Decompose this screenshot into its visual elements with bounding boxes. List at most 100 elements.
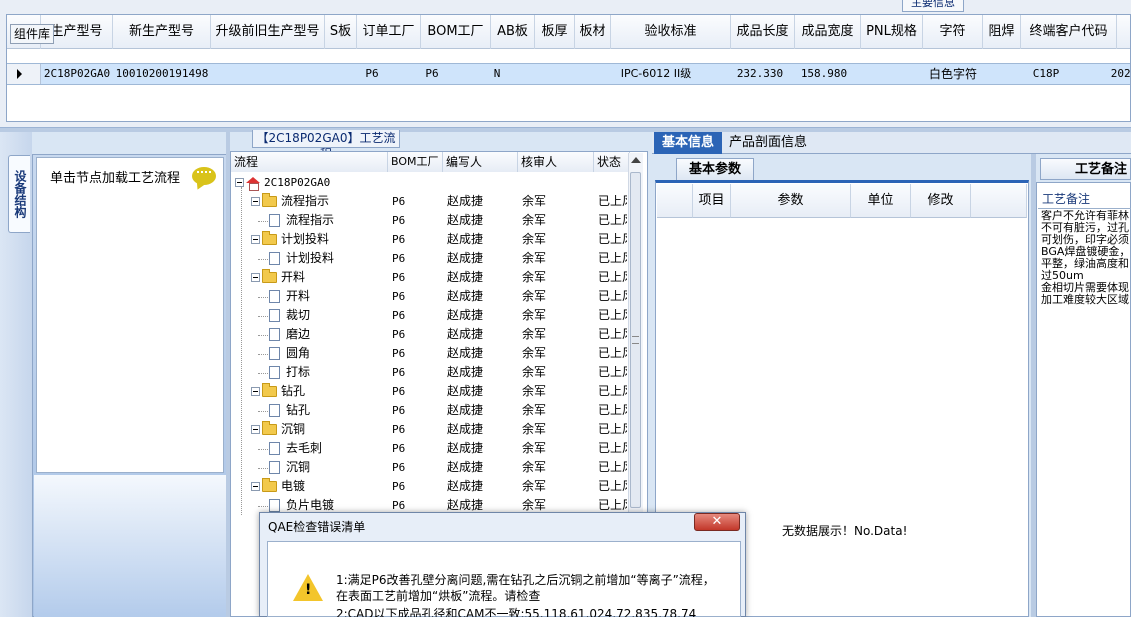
tree-row[interactable]: 钻孔 P6 赵成捷 余军 已上风 xyxy=(231,401,627,420)
tree-row[interactable]: 打标 P6 赵成捷 余军 已上风 xyxy=(231,363,627,382)
tree-node-label[interactable]: 钻孔 xyxy=(251,382,305,401)
tree-node-label[interactable]: 磨边 xyxy=(269,325,310,344)
col-more[interactable] xyxy=(1117,15,1130,49)
params-col-unit[interactable]: 单位 xyxy=(851,184,911,218)
main-info-tab[interactable]: 主要信息 xyxy=(902,0,964,12)
tree-node-label[interactable]: 打标 xyxy=(269,363,310,382)
tab-product-section[interactable]: 产品剖面信息 xyxy=(724,132,812,154)
flow-col-process[interactable]: 流程 xyxy=(231,152,388,172)
col-length[interactable]: 成品长度 xyxy=(731,15,795,49)
col-material[interactable]: 板材 xyxy=(575,15,611,49)
tree-node-label[interactable]: 计划投料 xyxy=(269,249,334,268)
close-button[interactable]: ✕ xyxy=(694,513,740,531)
tree-row[interactable]: 电镀 P6 赵成捷 余军 已上风 xyxy=(231,477,627,496)
col-pnl-spec[interactable]: PNL规格 xyxy=(861,15,923,49)
tree-node-label[interactable]: 去毛刺 xyxy=(269,439,322,458)
tree-node-label[interactable]: 钻孔 xyxy=(269,401,310,420)
col-acceptance-standard[interactable]: 验收标准 xyxy=(611,15,731,49)
tree-row[interactable]: 沉铜 P6 赵成捷 余军 已上风 xyxy=(231,420,627,439)
params-sort-corner[interactable] xyxy=(657,184,693,218)
collapse-icon[interactable] xyxy=(251,482,260,491)
node-list[interactable] xyxy=(36,157,224,473)
tree-row[interactable]: 沉铜 P6 赵成捷 余军 已上风 xyxy=(231,458,627,477)
tab-basic-params[interactable]: 基本参数 xyxy=(676,158,754,180)
cell-s-board[interactable] xyxy=(325,64,357,84)
folder-icon xyxy=(262,269,277,283)
cell-pnl-spec[interactable] xyxy=(861,64,923,84)
tree-node-label[interactable]: 开料 xyxy=(269,287,310,306)
cell-length[interactable]: 232.330 xyxy=(731,64,789,84)
cell-new-production-model[interactable]: 10010200191498 xyxy=(113,64,211,84)
process-notes-text[interactable]: 客户不允许有菲林 不可有脏污，过孔 可划伤，印字必须 BGA焊盘镀硬金， 平整，… xyxy=(1041,210,1131,306)
col-old-production-model[interactable]: 升级前旧生产型号 xyxy=(211,15,325,49)
col-width[interactable]: 成品宽度 xyxy=(795,15,861,49)
tree-node-label[interactable]: 圆角 xyxy=(269,344,310,363)
flow-col-writer[interactable]: 编写人 xyxy=(443,152,518,172)
table-row[interactable]: 2C18P02GA0 10010200191498 P6 P6 N IPC-60… xyxy=(7,63,1130,85)
col-bom-factory[interactable]: BOM工厂 xyxy=(421,15,491,49)
tree-row[interactable]: 2C18P02GA0 xyxy=(231,173,627,192)
tab-basic-info[interactable]: 基本信息 xyxy=(654,132,722,154)
tree-row[interactable]: 钻孔 P6 赵成捷 余军 已上风 xyxy=(231,382,627,401)
tree-cell-status: 已上风 xyxy=(598,213,627,227)
col-end-customer-code[interactable]: 终端客户代码 xyxy=(1021,15,1117,49)
cell-next[interactable]: 2024 xyxy=(1109,64,1130,84)
cell-order-factory[interactable]: P6 xyxy=(357,64,387,84)
tab-device-structure[interactable]: 设备结构 xyxy=(8,155,30,233)
flow-col-bom-factory[interactable]: BOM工厂 xyxy=(388,152,443,172)
params-col-item[interactable]: 项目 xyxy=(693,184,731,218)
flow-col-reviewer[interactable]: 核审人 xyxy=(518,152,594,172)
col-order-factory[interactable]: 订单工厂 xyxy=(357,15,421,49)
cell-width[interactable]: 158.980 xyxy=(795,64,853,84)
col-thickness[interactable]: 板厚 xyxy=(535,15,575,49)
collapse-icon[interactable] xyxy=(251,197,260,206)
tree-node-label[interactable]: 沉铜 xyxy=(269,458,310,477)
cell-bom-factory[interactable]: P6 xyxy=(421,64,443,84)
tree-row[interactable]: 开料 P6 赵成捷 余军 已上风 xyxy=(231,268,627,287)
process-notes-header[interactable]: 工艺备注 xyxy=(1040,158,1131,180)
tree-row[interactable]: 圆角 P6 赵成捷 余军 已上风 xyxy=(231,344,627,363)
tree-node-label[interactable]: 流程指示 xyxy=(269,211,334,230)
tree-row[interactable]: 计划投料 P6 赵成捷 余军 已上风 xyxy=(231,230,627,249)
cell-old-production-model[interactable] xyxy=(211,64,325,84)
tree-node-label[interactable]: 裁切 xyxy=(269,306,310,325)
collapse-icon[interactable] xyxy=(251,235,260,244)
tree-row[interactable]: 开料 P6 赵成捷 余军 已上风 xyxy=(231,287,627,306)
scroll-up-icon[interactable] xyxy=(631,157,641,163)
col-s-board[interactable]: S板 xyxy=(325,15,357,49)
col-new-production-model[interactable]: 新生产型号 xyxy=(113,15,211,49)
tree-node-label[interactable]: 计划投料 xyxy=(251,230,329,249)
collapse-icon[interactable] xyxy=(251,425,260,434)
tree-row[interactable]: 裁切 P6 赵成捷 余军 已上风 xyxy=(231,306,627,325)
tree-node-label[interactable]: 开料 xyxy=(251,268,305,287)
collapse-icon[interactable] xyxy=(251,387,260,396)
col-solder-mask[interactable]: 阻焊 xyxy=(983,15,1021,49)
tree-row[interactable]: 流程指示 P6 赵成捷 余军 已上风 xyxy=(231,192,627,211)
col-character[interactable]: 字符 xyxy=(923,15,983,49)
cell-character[interactable]: 白色字符 xyxy=(923,64,983,84)
flow-col-status[interactable]: 状态 xyxy=(594,152,630,172)
collapse-icon[interactable] xyxy=(251,273,260,282)
component-library-button[interactable]: 组件库 xyxy=(10,24,54,44)
tree-node-label[interactable]: 2C18P02GA0 xyxy=(235,173,330,192)
params-col-value[interactable]: 参数 xyxy=(731,184,851,218)
cell-solder-mask[interactable] xyxy=(983,64,1021,84)
tree-node-label[interactable]: 流程指示 xyxy=(251,192,329,211)
tree-row[interactable]: 计划投料 P6 赵成捷 余军 已上风 xyxy=(231,249,627,268)
cell-thickness[interactable] xyxy=(535,64,575,84)
cell-material[interactable] xyxy=(575,64,611,84)
folder-icon xyxy=(262,383,277,397)
params-col-modify[interactable]: 修改 xyxy=(911,184,971,218)
cell-ab-board[interactable]: N xyxy=(491,64,503,84)
tree-cell-reviewer: 余军 xyxy=(522,479,547,493)
tree-node-label[interactable]: 电镀 xyxy=(251,477,305,496)
col-ab-board[interactable]: AB板 xyxy=(491,15,535,49)
tree-node-label[interactable]: 沉铜 xyxy=(251,420,305,439)
cell-end-customer-code[interactable]: C18P xyxy=(1021,64,1071,84)
collapse-icon[interactable] xyxy=(235,178,244,187)
cell-acceptance-standard[interactable]: IPC-6012 II级 xyxy=(611,64,701,84)
tree-row[interactable]: 去毛刺 P6 赵成捷 余军 已上风 xyxy=(231,439,627,458)
tree-row[interactable]: 磨边 P6 赵成捷 余军 已上风 xyxy=(231,325,627,344)
cell-production-model[interactable]: 2C18P02GA0 xyxy=(41,64,113,84)
tree-row[interactable]: 流程指示 P6 赵成捷 余军 已上风 xyxy=(231,211,627,230)
